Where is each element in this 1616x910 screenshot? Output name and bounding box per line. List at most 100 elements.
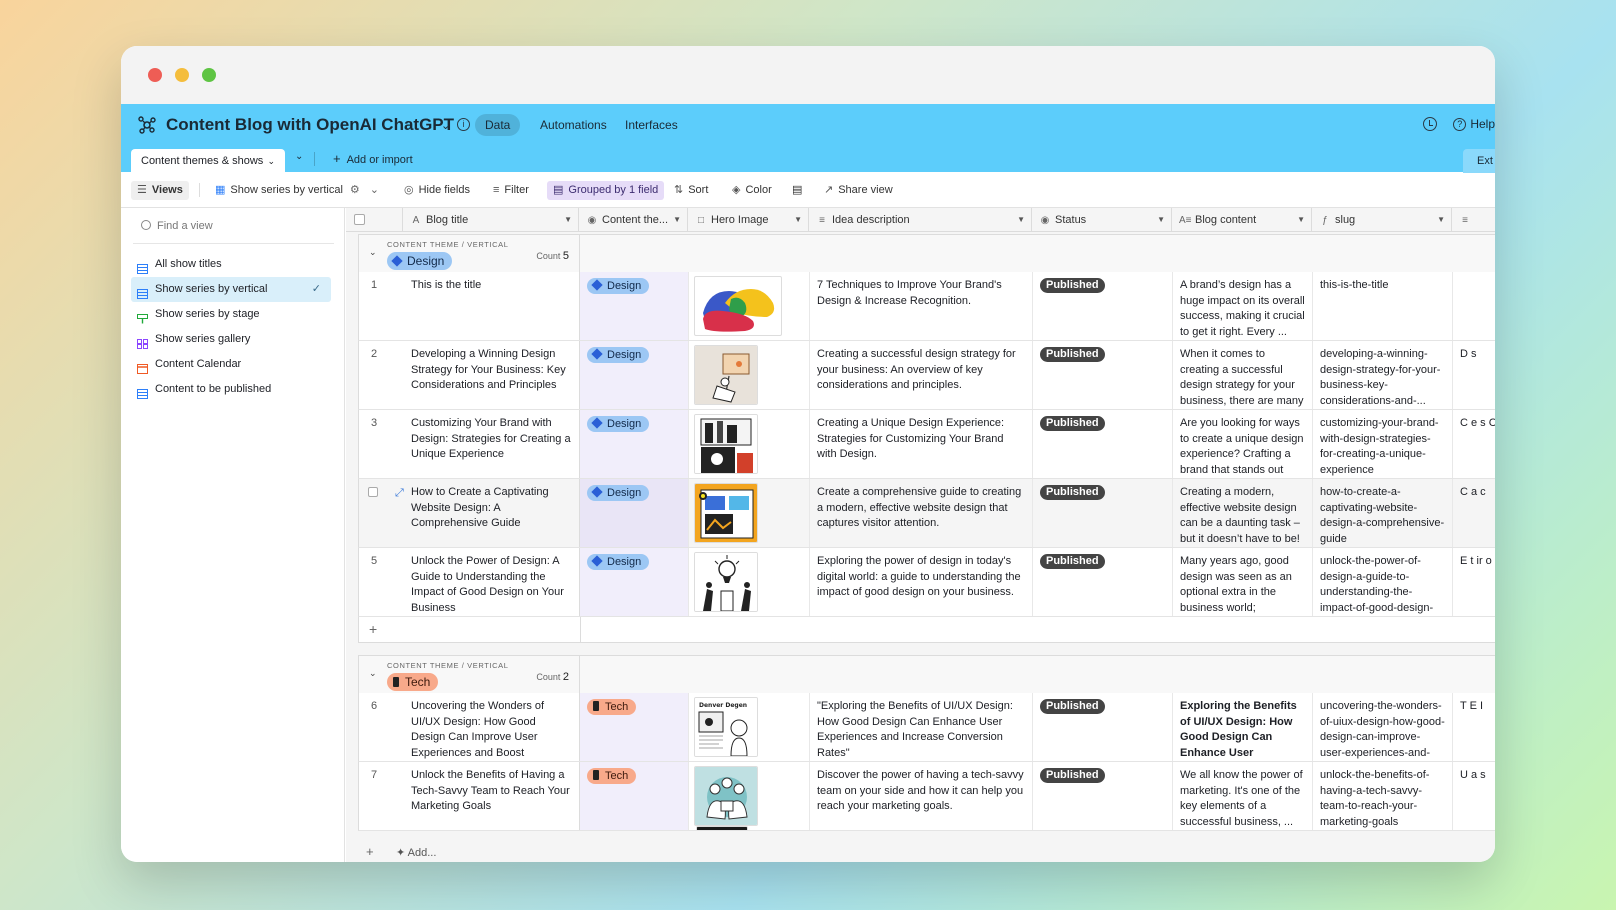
sidebar-view-content-to-be-published[interactable]: Content to be published — [131, 377, 331, 402]
views-toggle-button[interactable]: ☰ Views — [131, 181, 189, 200]
idea-description-cell[interactable]: Creating a Unique Design Experience: Str… — [810, 410, 1033, 478]
status-cell[interactable]: Published — [1033, 410, 1173, 478]
select-all-checkbox[interactable] — [354, 214, 365, 225]
status-cell[interactable]: Published — [1033, 479, 1173, 547]
help-button[interactable]: ? Help — [1453, 117, 1495, 131]
base-title[interactable]: Content Blog with OpenAI ChatGPT — [166, 115, 454, 135]
status-cell[interactable]: Published — [1033, 762, 1173, 830]
row-checkbox[interactable] — [368, 487, 378, 497]
chevron-down-icon[interactable]: ▼ — [794, 208, 802, 232]
extra-field-cell[interactable]: D s — [1453, 341, 1495, 409]
blog-content-cell[interactable]: Creating a modern, effective website des… — [1173, 479, 1313, 547]
blog-content-cell[interactable]: We all know the power of marketing. It's… — [1173, 762, 1313, 830]
extensions-button[interactable]: Ext — [1463, 149, 1495, 173]
sidebar-view-show-series-by-vertical[interactable]: Show series by vertical ✓ — [131, 277, 331, 302]
history-icon[interactable] — [1423, 117, 1437, 131]
column-header-blog-content[interactable]: A≡ Blog content ▼ — [1172, 208, 1312, 232]
hero-image-thumbnail[interactable] — [694, 345, 758, 405]
sort-button[interactable]: ⇅ Sort — [668, 181, 714, 200]
table-row[interactable]: 1 This is the title Design 7 Techniques … — [358, 272, 1495, 341]
table-row[interactable]: 6 Uncovering the Wonders of UI/UX Design… — [358, 693, 1495, 762]
content-theme-cell[interactable]: Design — [580, 548, 689, 616]
slug-cell[interactable]: unlock-the-power-of-design-a-guide-to-un… — [1313, 548, 1453, 616]
blog-title-cell[interactable]: How to Create a Captivating Website Desi… — [404, 479, 580, 547]
hero-image-thumbnail[interactable] — [694, 414, 758, 474]
content-theme-cell[interactable]: Tech — [580, 762, 689, 830]
close-window-button[interactable] — [148, 68, 162, 82]
sidebar-view-show-series-by-stage[interactable]: Show series by stage — [131, 302, 331, 327]
chevron-down-icon[interactable]: ▼ — [1157, 208, 1165, 232]
blog-title-cell[interactable]: Developing a Winning Design Strategy for… — [404, 341, 580, 409]
add-menu-button[interactable]: ✦ Add... — [396, 846, 436, 859]
tab-interfaces[interactable]: Interfaces — [615, 114, 688, 136]
extra-field-cell[interactable]: T E I — [1453, 693, 1495, 761]
hero-image-thumbnail[interactable] — [694, 766, 758, 826]
column-header-extra[interactable]: ≡ — [1452, 208, 1495, 232]
extra-field-cell[interactable]: E t ir o — [1453, 548, 1495, 616]
row-height-button[interactable]: ▤ — [786, 181, 808, 200]
hero-image-thumbnail[interactable] — [694, 276, 782, 336]
sidebar-view-all-show-titles[interactable]: All show titles — [131, 252, 331, 277]
slug-cell[interactable]: this-is-the-title — [1313, 272, 1453, 340]
chevron-down-icon[interactable]: ⌄ — [267, 149, 275, 173]
table-tab-content-themes[interactable]: Content themes & shows ⌄ — [131, 149, 285, 173]
expand-record-icon[interactable]: ⤢ — [395, 486, 404, 502]
current-view-button[interactable]: ▦ Show series by vertical ⚙ ⌄ — [209, 181, 385, 200]
plus-icon[interactable]: + — [369, 621, 377, 637]
slug-cell[interactable]: uncovering-the-wonders-of-uiux-design-ho… — [1313, 693, 1453, 761]
color-button[interactable]: ◈ Color — [726, 181, 778, 200]
content-theme-cell[interactable]: Design — [580, 410, 689, 478]
column-header-hero-image[interactable]: □ Hero Image ▼ — [688, 208, 809, 232]
idea-description-cell[interactable]: Creating a successful design strategy fo… — [810, 341, 1033, 409]
blog-content-cell[interactable]: Many years ago, good design was seen as … — [1173, 548, 1313, 616]
blog-title-cell[interactable]: Customizing Your Brand with Design: Stra… — [404, 410, 580, 478]
chevron-down-icon[interactable]: ⌄ — [441, 119, 450, 132]
hero-image-thumbnail[interactable] — [694, 552, 758, 612]
add-record-button[interactable]: + — [366, 844, 374, 859]
slug-cell[interactable]: how-to-create-a-captivating-website-desi… — [1313, 479, 1453, 547]
column-header-content-theme[interactable]: ◉ Content the... ▼ — [579, 208, 688, 232]
slug-cell[interactable]: unlock-the-benefits-of-having-a-tech-sav… — [1313, 762, 1453, 830]
collapse-chevron-icon[interactable]: ⌄ — [369, 668, 377, 679]
blog-title-cell[interactable]: Uncovering the Wonders of UI/UX Design: … — [404, 693, 580, 761]
tab-data[interactable]: Data — [475, 114, 521, 136]
chevron-down-icon[interactable]: ▼ — [673, 208, 681, 232]
column-header-blog-title[interactable]: A Blog title ▼ — [403, 208, 579, 232]
add-row[interactable]: + — [358, 617, 1495, 643]
group-button[interactable]: ▤ Grouped by 1 field — [547, 181, 665, 200]
blog-content-cell[interactable]: A brand’s design has a huge impact on it… — [1173, 272, 1313, 340]
add-or-import-button[interactable]: + Add or import — [333, 151, 413, 166]
idea-description-cell[interactable]: 7 Techniques to Improve Your Brand's Des… — [810, 272, 1033, 340]
table-row[interactable]: 2 Developing a Winning Design Strategy f… — [358, 341, 1495, 410]
slug-cell[interactable]: developing-a-winning-design-strategy-for… — [1313, 341, 1453, 409]
hero-image-cell[interactable] — [689, 272, 810, 340]
extra-field-cell[interactable]: C a c — [1453, 479, 1495, 547]
extra-field-cell[interactable]: C e s C — [1453, 410, 1495, 478]
info-icon[interactable]: i — [457, 118, 470, 131]
column-header-slug[interactable]: ƒ slug ▼ — [1312, 208, 1452, 232]
content-theme-cell[interactable]: Design — [580, 341, 689, 409]
slug-cell[interactable]: customizing-your-brand-with-design-strat… — [1313, 410, 1453, 478]
chevron-down-icon[interactable]: ▼ — [1297, 208, 1305, 232]
share-view-button[interactable]: ↗ Share view — [818, 181, 899, 200]
extra-field-cell[interactable] — [1453, 272, 1495, 340]
table-row[interactable]: 7 Unlock the Benefits of Having a Tech-S… — [358, 762, 1495, 831]
blog-content-cell[interactable]: Exploring the Benefits of UI/UX Design: … — [1173, 693, 1313, 761]
status-cell[interactable]: Published — [1033, 272, 1173, 340]
blog-content-cell[interactable]: Are you looking for ways to create a uni… — [1173, 410, 1313, 478]
hero-image-thumbnail[interactable] — [696, 826, 748, 830]
zoom-window-button[interactable] — [202, 68, 216, 82]
tab-automations[interactable]: Automations — [530, 114, 617, 136]
chevron-down-icon[interactable]: ▼ — [564, 208, 572, 232]
hero-image-cell[interactable] — [689, 341, 810, 409]
hero-image-cell[interactable] — [689, 479, 810, 547]
hero-image-thumbnail[interactable]: Denver Degen — [694, 697, 758, 757]
column-header-status[interactable]: ◉ Status ▼ — [1032, 208, 1172, 232]
status-cell[interactable]: Published — [1033, 548, 1173, 616]
status-cell[interactable]: Published — [1033, 693, 1173, 761]
filter-button[interactable]: ≡ Filter — [487, 181, 535, 200]
sidebar-view-show-series-gallery[interactable]: Show series gallery — [131, 327, 331, 352]
chevron-down-icon[interactable]: ▼ — [1437, 208, 1445, 232]
collapse-chevron-icon[interactable]: ⌄ — [369, 247, 377, 258]
blog-content-cell[interactable]: When it comes to creating a successful d… — [1173, 341, 1313, 409]
